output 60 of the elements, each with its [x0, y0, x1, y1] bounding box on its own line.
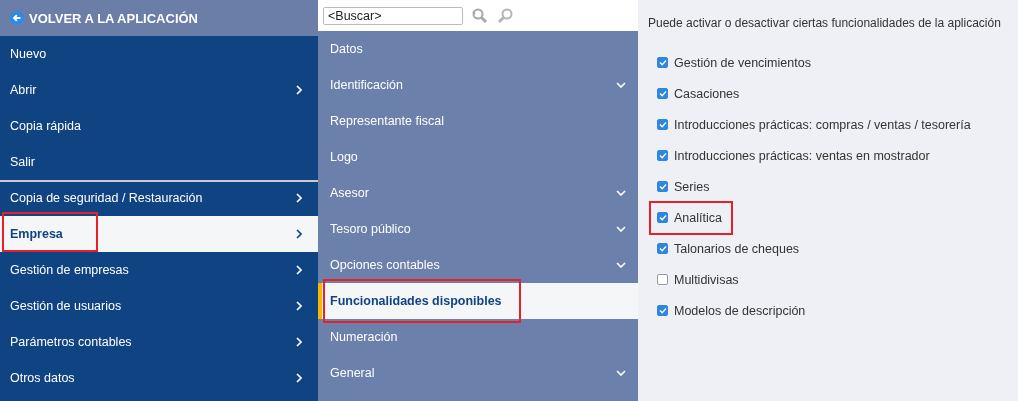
checkbox[interactable] [657, 181, 668, 192]
submenu-item[interactable]: Logo [318, 139, 638, 175]
checkbox-label: Modelos de descripción [674, 303, 806, 318]
chevron-right-icon [296, 337, 302, 347]
chevron-down-icon [616, 190, 626, 196]
chevron-right-icon [296, 85, 302, 95]
chevron-down-icon [616, 226, 626, 232]
chevron-right-icon [296, 193, 302, 203]
checkbox-label: Gestión de vencimientos [674, 55, 811, 70]
checkmark-icon [658, 152, 667, 159]
search-icon [471, 6, 489, 25]
checkbox-label: Multidivisas [674, 272, 739, 287]
checkbox[interactable] [657, 119, 668, 130]
checkmark-icon [658, 307, 667, 314]
menu-item[interactable]: Copia de seguridad / Restauración [0, 180, 318, 216]
checkbox[interactable] [657, 305, 668, 316]
search-icon [497, 6, 515, 25]
checkbox-label: Talonarios de cheques [674, 241, 800, 256]
checkmark-icon [658, 121, 667, 128]
checkbox-label: Casaciones [674, 86, 740, 101]
checkbox[interactable] [657, 150, 668, 161]
search-field[interactable]: <Buscar> [323, 6, 463, 25]
checkmark-icon [658, 245, 667, 252]
submenu-item[interactable]: Identificación [318, 67, 638, 103]
checkbox[interactable] [657, 88, 668, 99]
submenu-item[interactable]: Representante fiscal [318, 103, 638, 139]
checkbox-label: Analítica [674, 210, 722, 225]
checkbox-label: Introducciones prácticas: compras / ventas / tesorería [674, 117, 971, 132]
chevron-down-icon [616, 370, 626, 376]
submenu-item[interactable]: Numeración [318, 319, 638, 355]
menu-item[interactable]: Parámetros contables [0, 324, 318, 360]
submenu-item[interactable]: Tesoro público [318, 211, 638, 247]
chevron-down-icon [616, 262, 626, 268]
checkbox-label: Series [674, 179, 710, 194]
checkmark-icon [658, 59, 667, 66]
chevron-right-icon [296, 301, 302, 311]
menu-item[interactable]: Nuevo [0, 36, 318, 72]
menu-item[interactable]: Copia rápida [0, 108, 318, 144]
checkbox[interactable] [657, 243, 668, 254]
checkbox[interactable] [657, 212, 668, 223]
chevron-right-icon [296, 373, 302, 383]
chevron-down-icon [616, 82, 626, 88]
checkbox[interactable] [657, 57, 668, 68]
menu-item[interactable]: Gestión de empresas [0, 252, 318, 288]
description-text: Puede activar o desactivar ciertas funcionalidades de la aplicación [648, 16, 1002, 30]
back-arrow-icon [10, 11, 24, 25]
submenu-item[interactable]: Datos [318, 31, 638, 67]
submenu-item[interactable]: General [318, 355, 638, 391]
chevron-right-icon [296, 265, 302, 275]
submenu-item[interactable]: Asesor [318, 175, 638, 211]
checkmark-icon [658, 90, 667, 97]
checkbox[interactable] [657, 274, 668, 285]
checkmark-icon [658, 183, 667, 190]
menu-item[interactable]: Otros datos [0, 360, 318, 396]
checkbox-label: Introducciones prácticas: ventas en mostrador [674, 148, 930, 163]
menu-item[interactable]: Gestión de usuarios [0, 288, 318, 324]
checkmark-icon [658, 214, 667, 221]
menu-item[interactable]: Abrir [0, 72, 318, 108]
submenu-item[interactable]: Opciones contables [318, 247, 638, 283]
chevron-right-icon [296, 229, 302, 239]
